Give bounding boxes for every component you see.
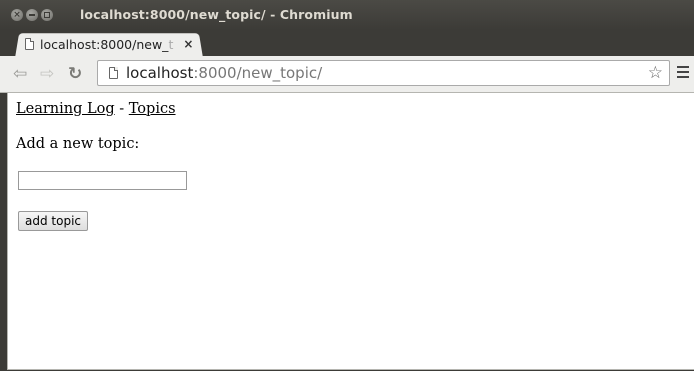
forward-arrow-icon[interactable]: ⇨ xyxy=(40,64,54,84)
page-icon xyxy=(25,38,34,50)
window-minimize-button[interactable] xyxy=(26,9,38,21)
breadcrumb: Learning Log - Topics xyxy=(16,101,176,117)
add-topic-button[interactable]: add topic xyxy=(18,211,88,231)
topics-link[interactable]: Topics xyxy=(129,101,176,117)
tab-title: localhost:8000/new_t xyxy=(40,36,174,52)
page-info-icon[interactable] xyxy=(109,67,118,79)
tab-close-icon[interactable]: × xyxy=(183,37,193,51)
back-arrow-icon[interactable]: ⇦ xyxy=(13,64,27,84)
browser-toolbar: ⇦ ⇨ ↻ localhost:8000/new_topic/ ☆ xyxy=(0,56,694,93)
browser-window: × localhost:8000/new_topic/ - Chromium l… xyxy=(0,0,694,371)
window-close-button[interactable]: × xyxy=(11,9,23,21)
topic-text-input[interactable] xyxy=(18,171,187,190)
learning-log-link[interactable]: Learning Log xyxy=(16,101,115,117)
address-url[interactable]: localhost:8000/new_topic/ xyxy=(126,64,322,82)
window-title: localhost:8000/new_topic/ - Chromium xyxy=(80,7,353,22)
tab-active[interactable]: localhost:8000/new_t × xyxy=(25,33,193,55)
window-maximize-button[interactable] xyxy=(41,9,53,21)
page-content: Learning Log - Topics Add a new topic: a… xyxy=(7,93,694,370)
address-bar[interactable]: localhost:8000/new_topic/ ☆ xyxy=(97,60,670,86)
bookmark-star-icon[interactable]: ☆ xyxy=(648,63,663,83)
menu-icon[interactable] xyxy=(677,66,689,81)
page-heading: Add a new topic: xyxy=(16,136,140,152)
reload-icon[interactable]: ↻ xyxy=(68,64,82,84)
breadcrumb-separator: - xyxy=(119,101,125,117)
title-bar: × localhost:8000/new_topic/ - Chromium xyxy=(0,0,694,30)
